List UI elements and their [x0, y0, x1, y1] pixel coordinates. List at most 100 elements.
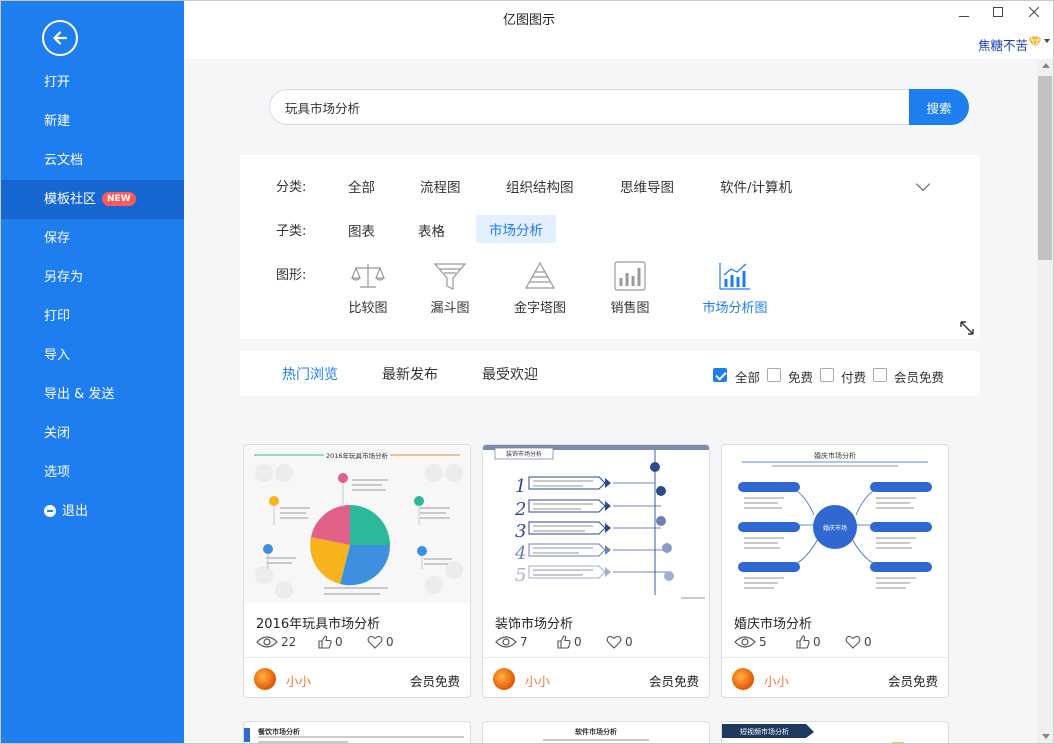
- category-all[interactable]: 全部: [348, 176, 375, 196]
- shape-market-analysis[interactable]: 市场分析图: [690, 261, 780, 316]
- sidebar-item-label: 模板社区: [44, 192, 97, 207]
- sidebar-item-close[interactable]: 关闭: [1, 414, 184, 453]
- template-card[interactable]: 2016年玩具市场分析 2016年玩具市场分析 22 0 0 小小 会员免费: [243, 444, 471, 698]
- avatar[interactable]: [732, 668, 754, 690]
- views-count: 22: [281, 635, 297, 649]
- eye-icon: [734, 636, 756, 648]
- category-mind-map[interactable]: 思维导图: [620, 176, 674, 196]
- minimize-icon: [959, 16, 969, 17]
- user-name[interactable]: 焦糖不苦: [978, 35, 1028, 54]
- filter-panel: 分类: 全部 流程图 组织结构图 思维导图 软件/计算机 子类: 图表 表格 市…: [240, 155, 980, 339]
- author-name[interactable]: 小小: [764, 671, 789, 690]
- shape-pyramid[interactable]: 金字塔图: [505, 261, 575, 316]
- thumbnail-mindmap-preview: 婚庆市场分析 婚庆市场: [722, 445, 948, 603]
- exit-icon: [44, 504, 56, 517]
- sidebar-item-new[interactable]: 新建: [1, 102, 184, 141]
- shape-sales-label: 销售图: [610, 301, 650, 316]
- filter-member-free-checkbox[interactable]: [873, 368, 887, 382]
- close-button[interactable]: [1026, 6, 1042, 22]
- shape-label: 图形:: [276, 268, 307, 283]
- sidebar-item-save-as[interactable]: 另存为: [1, 258, 184, 297]
- sidebar-item-open[interactable]: 打开: [1, 63, 184, 102]
- template-title[interactable]: 装饰市场分析: [495, 613, 573, 632]
- thumbnail-steps-preview: 装饰市场分析 123 45: [483, 445, 709, 603]
- search-button[interactable]: 搜索: [909, 89, 969, 125]
- tab-popular[interactable]: 热门浏览: [282, 364, 338, 384]
- back-button[interactable]: [42, 20, 78, 56]
- scroll-up-arrow-icon[interactable]: [1042, 63, 1050, 68]
- sidebar-item-exit[interactable]: 退出: [1, 492, 184, 531]
- favorites-stat[interactable]: 0: [606, 635, 633, 649]
- likes-count: 0: [574, 635, 582, 649]
- thumbs-up-icon: [557, 635, 571, 649]
- template-card[interactable]: 装饰市场分析 123 45 装饰市场分析 7 0 0 小小 会员免费: [482, 444, 710, 698]
- template-stats: 7 0 0: [495, 635, 705, 651]
- heart-icon: [845, 635, 861, 649]
- favorites-stat[interactable]: 0: [367, 635, 394, 649]
- template-title[interactable]: 2016年玩具市场分析: [256, 613, 380, 632]
- sidebar-item-import[interactable]: 导入: [1, 336, 184, 375]
- scrollbar-thumb[interactable]: [1038, 76, 1052, 260]
- minimize-button[interactable]: [956, 6, 972, 22]
- card-footer: 小小 会员免费: [483, 657, 709, 697]
- sidebar-item-label: 导入: [44, 348, 71, 363]
- tab-latest[interactable]: 最新发布: [382, 364, 438, 384]
- category-software[interactable]: 软件/计算机: [720, 176, 792, 196]
- thumbnail-heading: 软件市场分析: [575, 727, 617, 736]
- maximize-button[interactable]: [990, 6, 1006, 22]
- shape-comparison[interactable]: 比较图: [333, 261, 403, 316]
- card-footer: 小小 会员免费: [244, 657, 470, 697]
- avatar[interactable]: [493, 668, 515, 690]
- price-label: 会员免费: [648, 674, 699, 689]
- thumbnail-partial: 餐饮市场分析: [244, 727, 464, 743]
- subcategory-market-analysis[interactable]: 市场分析: [476, 215, 556, 243]
- thumbnail-partial: 短视频市场分析: [722, 724, 904, 743]
- sidebar-item-label: 另存为: [44, 270, 84, 285]
- likes-stat[interactable]: 0: [318, 635, 343, 649]
- template-thumbnail[interactable]: 装饰市场分析 123 45: [483, 445, 709, 603]
- user-menu-caret-icon[interactable]: [1044, 39, 1050, 43]
- category-flowchart[interactable]: 流程图: [420, 176, 461, 196]
- template-thumbnail[interactable]: 婚庆市场分析 婚庆市场: [722, 445, 948, 603]
- filter-free-checkbox[interactable]: [767, 368, 781, 382]
- shape-funnel[interactable]: 漏斗图: [415, 261, 485, 316]
- template-title[interactable]: 婚庆市场分析: [734, 613, 812, 632]
- chevron-down-icon[interactable]: [915, 176, 931, 192]
- author-name[interactable]: 小小: [525, 671, 550, 690]
- template-thumbnail[interactable]: 2016年玩具市场分析: [244, 445, 470, 603]
- filter-paid-label: 付费: [841, 370, 867, 385]
- subcategory-table[interactable]: 表格: [418, 220, 445, 240]
- template-card-partial[interactable]: 餐饮市场分析: [243, 721, 471, 743]
- svg-text:2: 2: [514, 499, 526, 520]
- thumbnail-heading: 婚庆市场分析: [814, 451, 856, 460]
- sidebar-item-options[interactable]: 选项: [1, 453, 184, 492]
- sidebar-item-label: 打开: [44, 75, 71, 90]
- subcategory-chart[interactable]: 图表: [348, 220, 375, 240]
- scroll-down-arrow-icon[interactable]: [1042, 734, 1050, 739]
- likes-stat[interactable]: 0: [557, 635, 582, 649]
- sidebar-item-export-send[interactable]: 导出 & 发送: [1, 375, 184, 414]
- likes-stat[interactable]: 0: [796, 635, 821, 649]
- category-org-chart[interactable]: 组织结构图: [506, 176, 574, 196]
- author-name[interactable]: 小小: [286, 671, 311, 690]
- search-input[interactable]: [269, 89, 911, 125]
- sidebar-item-print[interactable]: 打印: [1, 297, 184, 336]
- sidebar-item-cloud-docs[interactable]: 云文档: [1, 141, 184, 180]
- favorites-stat[interactable]: 0: [845, 635, 872, 649]
- tab-most-liked[interactable]: 最受欢迎: [482, 364, 538, 384]
- filter-all-checkbox[interactable]: [713, 368, 727, 382]
- favorites-count: 0: [864, 635, 872, 649]
- avatar[interactable]: [254, 668, 276, 690]
- thumbnail-partial: 软件市场分析: [543, 727, 649, 741]
- sidebar-item-save[interactable]: 保存: [1, 219, 184, 258]
- template-card-partial[interactable]: 短视频市场分析: [721, 721, 949, 743]
- thumbs-up-icon: [318, 635, 332, 649]
- sidebar-item-template-community[interactable]: 模板社区 NEW: [1, 180, 184, 219]
- thumbnail-heading: 2016年玩具市场分析: [326, 451, 389, 460]
- expand-icon[interactable]: [959, 320, 975, 336]
- close-icon: [1028, 6, 1040, 18]
- template-card-partial[interactable]: 软件市场分析: [482, 721, 710, 743]
- filter-paid-checkbox[interactable]: [820, 368, 834, 382]
- template-card[interactable]: 婚庆市场分析 婚庆市场 婚庆市场分析 5 0 0 小小 会员免费: [721, 444, 949, 698]
- shape-sales[interactable]: 销售图: [595, 261, 665, 316]
